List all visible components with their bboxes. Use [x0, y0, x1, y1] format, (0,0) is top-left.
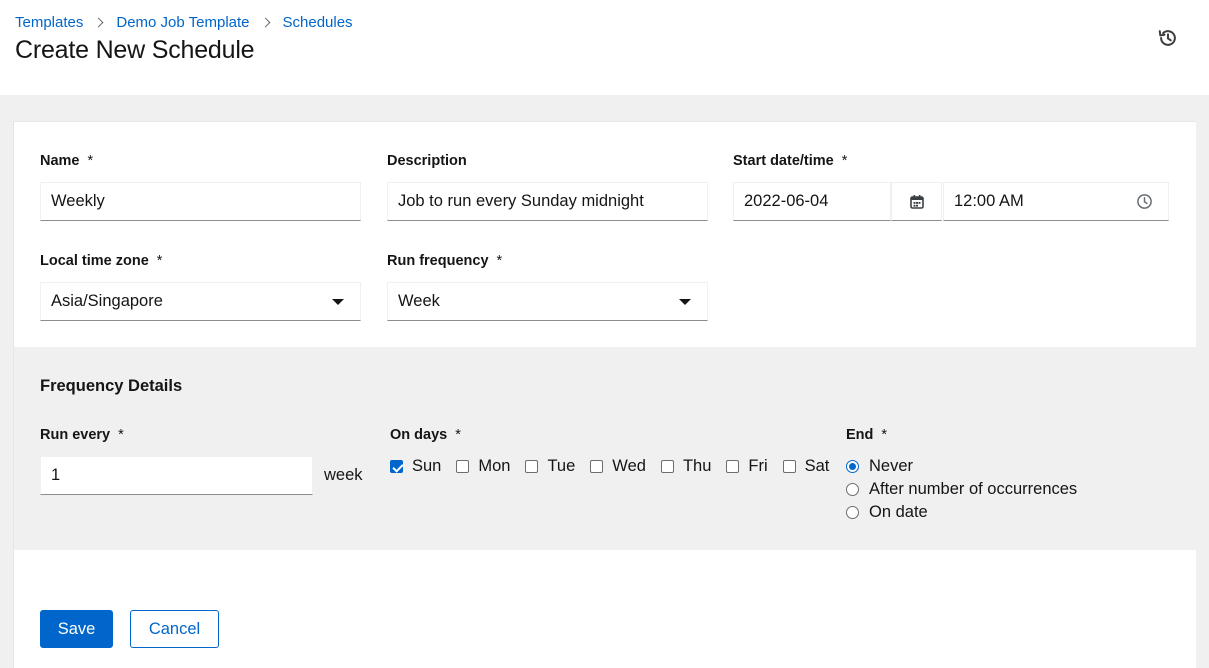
calendar-button[interactable]	[891, 182, 942, 221]
day-sat[interactable]: Sat	[782, 457, 830, 476]
radio-label: After number of occurrences	[869, 480, 1078, 498]
radio-after-occurrences[interactable]	[846, 483, 859, 496]
end-option-on-date[interactable]: On date	[846, 503, 928, 522]
start-date-input[interactable]: 2022-06-04	[733, 182, 891, 221]
start-datetime-label: Start date/time *	[733, 153, 848, 169]
checkbox-fri[interactable]	[726, 460, 740, 473]
day-label: Mon	[478, 457, 511, 475]
cancel-button[interactable]: Cancel	[130, 610, 219, 648]
page-header: Templates Demo Job Template Schedules Cr…	[0, 0, 1209, 95]
end-option-after-occurrences[interactable]: After number of occurrences	[846, 480, 1077, 499]
day-fri[interactable]: Fri	[726, 457, 768, 476]
radio-label: On date	[869, 503, 928, 521]
run-every-input[interactable]: 1	[40, 456, 313, 495]
day-label: Tue	[547, 457, 576, 475]
checkbox-sun[interactable]	[390, 460, 403, 473]
day-sun[interactable]: Sun	[390, 457, 441, 476]
day-thu[interactable]: Thu	[660, 457, 712, 476]
day-tue[interactable]: Tue	[525, 457, 575, 476]
day-label: Fri	[748, 457, 768, 475]
save-button[interactable]: Save	[40, 610, 113, 648]
breadcrumb-templates[interactable]: Templates	[15, 14, 83, 31]
run-every-unit: week	[324, 466, 363, 484]
frequency-details-section: Frequency Details Run every * 1 week On d…	[14, 347, 1197, 550]
frequency-details-title: Frequency Details	[40, 377, 183, 395]
end-label: End *	[846, 427, 888, 443]
caret-down-icon	[679, 298, 691, 305]
end-option-never[interactable]: Never	[846, 457, 913, 476]
calendar-icon	[909, 194, 924, 209]
caret-down-icon	[332, 298, 344, 305]
start-time-input[interactable]: 12:00 AM	[943, 182, 1169, 221]
on-days-label: On days *	[390, 427, 461, 443]
run-every-label: Run every *	[40, 427, 124, 443]
radio-never[interactable]	[846, 460, 859, 473]
description-label: Description	[387, 153, 467, 169]
day-label: Sat	[804, 457, 830, 475]
chevron-right-icon	[260, 17, 270, 28]
timezone-label: Local time zone *	[40, 253, 163, 269]
description-input[interactable]: Job to run every Sunday midnight	[387, 182, 708, 221]
name-input[interactable]: Weekly	[40, 182, 361, 221]
schedule-form-card: Name * Weekly Description Job to run ever…	[13, 121, 1197, 668]
on-days-group: Sun Mon Tue Wed Thu Fri Sat	[390, 457, 829, 476]
checkbox-thu[interactable]	[660, 460, 674, 473]
breadcrumb: Templates Demo Job Template Schedules	[15, 14, 353, 31]
radio-on-date[interactable]	[846, 506, 859, 519]
history-icon[interactable]	[1157, 27, 1179, 49]
breadcrumb-demo-job-template[interactable]: Demo Job Template	[116, 14, 249, 31]
chevron-right-icon	[93, 17, 104, 28]
radio-label: Never	[869, 457, 914, 475]
checkbox-wed[interactable]	[590, 460, 604, 473]
day-label: Thu	[682, 457, 712, 475]
breadcrumb-schedules[interactable]: Schedules	[283, 14, 353, 31]
day-label: Sun	[412, 457, 442, 475]
run-frequency-select[interactable]: Week	[387, 282, 708, 321]
run-frequency-label: Run frequency *	[387, 253, 503, 269]
checkbox-sat[interactable]	[782, 460, 796, 473]
clock-icon	[1137, 194, 1152, 209]
page-title: Create New Schedule	[15, 36, 255, 64]
checkbox-tue[interactable]	[525, 460, 539, 473]
day-mon[interactable]: Mon	[456, 457, 510, 476]
timezone-select[interactable]: Asia/Singapore	[40, 282, 361, 321]
name-label: Name *	[40, 153, 94, 169]
checkbox-mon[interactable]	[456, 460, 470, 473]
day-wed[interactable]: Wed	[590, 457, 646, 476]
day-label: Wed	[612, 457, 646, 475]
